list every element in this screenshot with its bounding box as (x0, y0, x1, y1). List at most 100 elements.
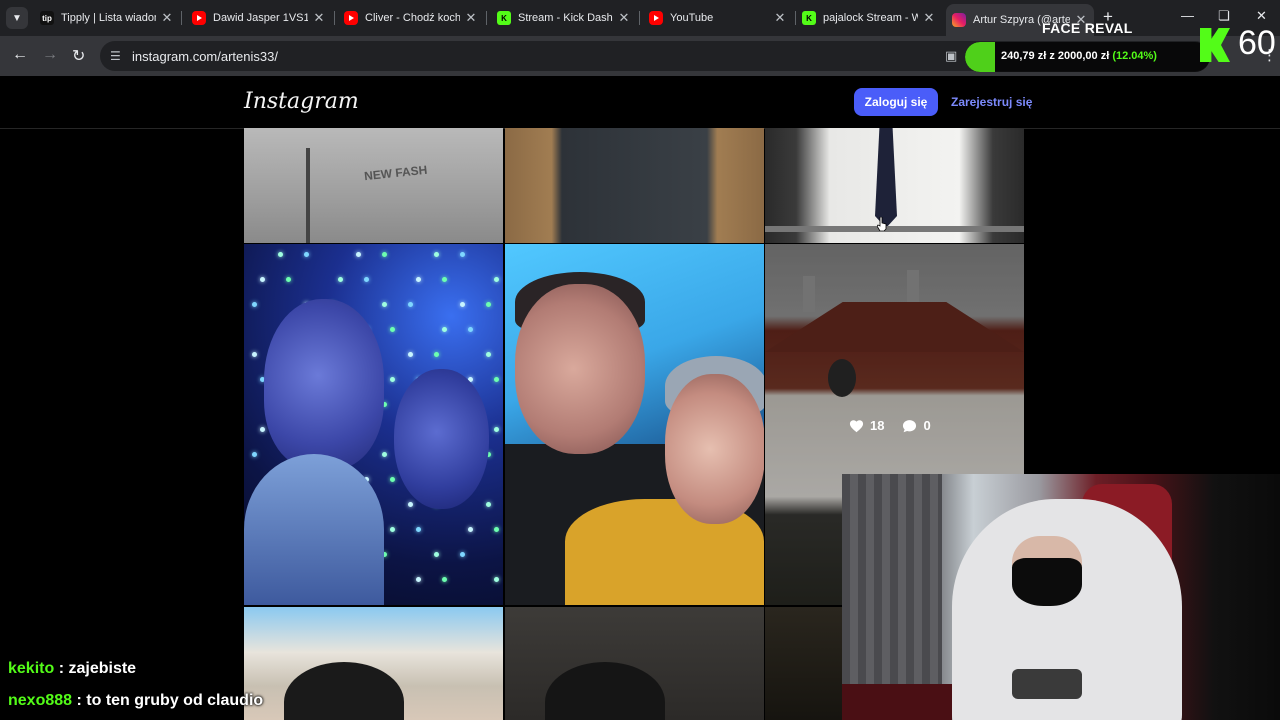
post-thumbnail[interactable]: NEW FASH (244, 128, 503, 243)
login-button[interactable]: Zaloguj się (854, 88, 938, 116)
led-light (442, 577, 447, 582)
tab-search-button[interactable]: ▼ (6, 7, 28, 29)
led-light (390, 477, 395, 482)
instagram-header: Instagram Zaloguj się Zarejestruj się (0, 76, 1280, 129)
post-thumbnail[interactable] (505, 607, 764, 720)
led-light (460, 302, 465, 307)
youtube-icon (192, 11, 206, 25)
led-light (364, 277, 369, 282)
post-image-detail (284, 662, 404, 720)
led-light (382, 252, 387, 257)
close-icon[interactable]: ✕ (464, 10, 478, 26)
post-image-detail (244, 454, 384, 605)
post-image-detail (665, 374, 764, 524)
register-link[interactable]: Zarejestruj się (951, 95, 1032, 109)
webcam-detail (842, 684, 952, 720)
led-light (408, 302, 413, 307)
close-icon[interactable]: ✕ (922, 10, 936, 26)
led-light (252, 302, 257, 307)
likes-stat: 18 (849, 418, 884, 433)
likes-count: 18 (870, 418, 885, 433)
led-light (390, 527, 395, 532)
comments-stat: 0 (902, 418, 931, 433)
post-image-detail (306, 148, 310, 243)
chat-message: nexo888 : to ten gruby od claudio (8, 692, 264, 709)
minimize-icon[interactable]: — (1181, 8, 1194, 23)
install-app-icon[interactable]: ▣ (945, 48, 957, 64)
post-thumbnail[interactable] (505, 128, 764, 243)
chat-text: zajebiste (68, 660, 137, 677)
post-thumbnail[interactable] (765, 128, 1024, 243)
led-light (356, 252, 361, 257)
url-text[interactable]: instagram.com/artenis33/ (132, 49, 278, 64)
forward-arrow-icon[interactable]: → (42, 46, 58, 64)
kick-viewer-count: 60 (1238, 24, 1276, 62)
led-light (338, 277, 343, 282)
chat-username: kekito (8, 660, 55, 677)
led-light (278, 252, 283, 257)
led-light (442, 277, 447, 282)
heart-icon (849, 419, 864, 432)
close-icon[interactable]: ✕ (617, 10, 631, 26)
close-icon[interactable]: ✕ (160, 10, 174, 26)
window-close-icon[interactable]: ✕ (1256, 8, 1267, 24)
post-image-text: NEW FASH (363, 162, 428, 184)
chat-text: to ten gruby od claudio (86, 692, 264, 709)
led-light (494, 527, 499, 532)
post-thumbnail[interactable] (765, 607, 842, 720)
led-light (416, 277, 421, 282)
site-info-icon[interactable]: ☰ (110, 49, 126, 63)
post-image-detail (765, 226, 1024, 232)
post-stats: 18 0 (849, 418, 931, 433)
tab-dawid-jasper[interactable]: Dawid Jasper 1VS1 z Mil ✕ (186, 4, 332, 32)
hand-cursor-icon (877, 217, 887, 231)
goal-progress-bar: 240,79 zł z 2000,00 zł (12.04%) (965, 42, 1210, 72)
post-thumbnail[interactable] (505, 244, 764, 605)
led-light (434, 552, 439, 557)
webcam-feed (842, 474, 1280, 720)
instagram-icon (952, 13, 966, 27)
led-light (382, 302, 387, 307)
post-image-detail (875, 128, 897, 228)
webcam-detail (1012, 558, 1082, 606)
comment-bubble-icon (903, 419, 917, 432)
tab-tipply[interactable]: tip Tipply | Lista wiadomości ✕ (34, 4, 180, 32)
post-thumbnail[interactable] (244, 607, 503, 720)
led-light (486, 352, 491, 357)
close-icon[interactable]: ✕ (773, 10, 787, 26)
led-light (416, 527, 421, 532)
reload-icon[interactable]: ↻ (72, 46, 85, 66)
kick-icon: K (497, 11, 511, 25)
led-light (408, 352, 413, 357)
back-arrow-icon[interactable]: ← (12, 46, 28, 64)
led-light (434, 352, 439, 357)
led-light (494, 577, 499, 582)
chat-username: nexo888 (8, 692, 73, 709)
close-icon[interactable]: ✕ (312, 10, 326, 26)
comments-count: 0 (923, 418, 931, 433)
goal-title: FACE REVAL (1042, 20, 1133, 36)
tipply-favicon-icon: tip (40, 11, 54, 25)
post-image-detail (394, 369, 489, 509)
led-light (460, 552, 465, 557)
led-light (486, 502, 491, 507)
instagram-logo[interactable]: Instagram (244, 89, 359, 114)
post-image-detail (264, 299, 384, 469)
tab-cliver[interactable]: Cliver - Chodź kochanie ✕ (338, 4, 484, 32)
youtube-icon (344, 11, 358, 25)
led-light (252, 452, 257, 457)
led-light (416, 577, 421, 582)
tab-pajalock-stream[interactable]: K pajalock Stream - Watch ✕ (796, 4, 942, 32)
tab-youtube[interactable]: YouTube ✕ (643, 4, 793, 32)
post-thumbnail[interactable] (244, 244, 503, 605)
led-light (408, 502, 413, 507)
goal-progress-text: 240,79 zł z 2000,00 zł (12.04%) (1001, 50, 1157, 62)
led-light (442, 327, 447, 332)
tab-kick-dashboard[interactable]: K Stream - Kick Dashboard ✕ (491, 4, 637, 32)
led-light (494, 277, 499, 282)
led-light (494, 427, 499, 432)
led-light (304, 252, 309, 257)
post-image-detail (545, 662, 665, 720)
maximize-icon[interactable]: ❏ (1218, 8, 1230, 24)
led-light (468, 327, 473, 332)
